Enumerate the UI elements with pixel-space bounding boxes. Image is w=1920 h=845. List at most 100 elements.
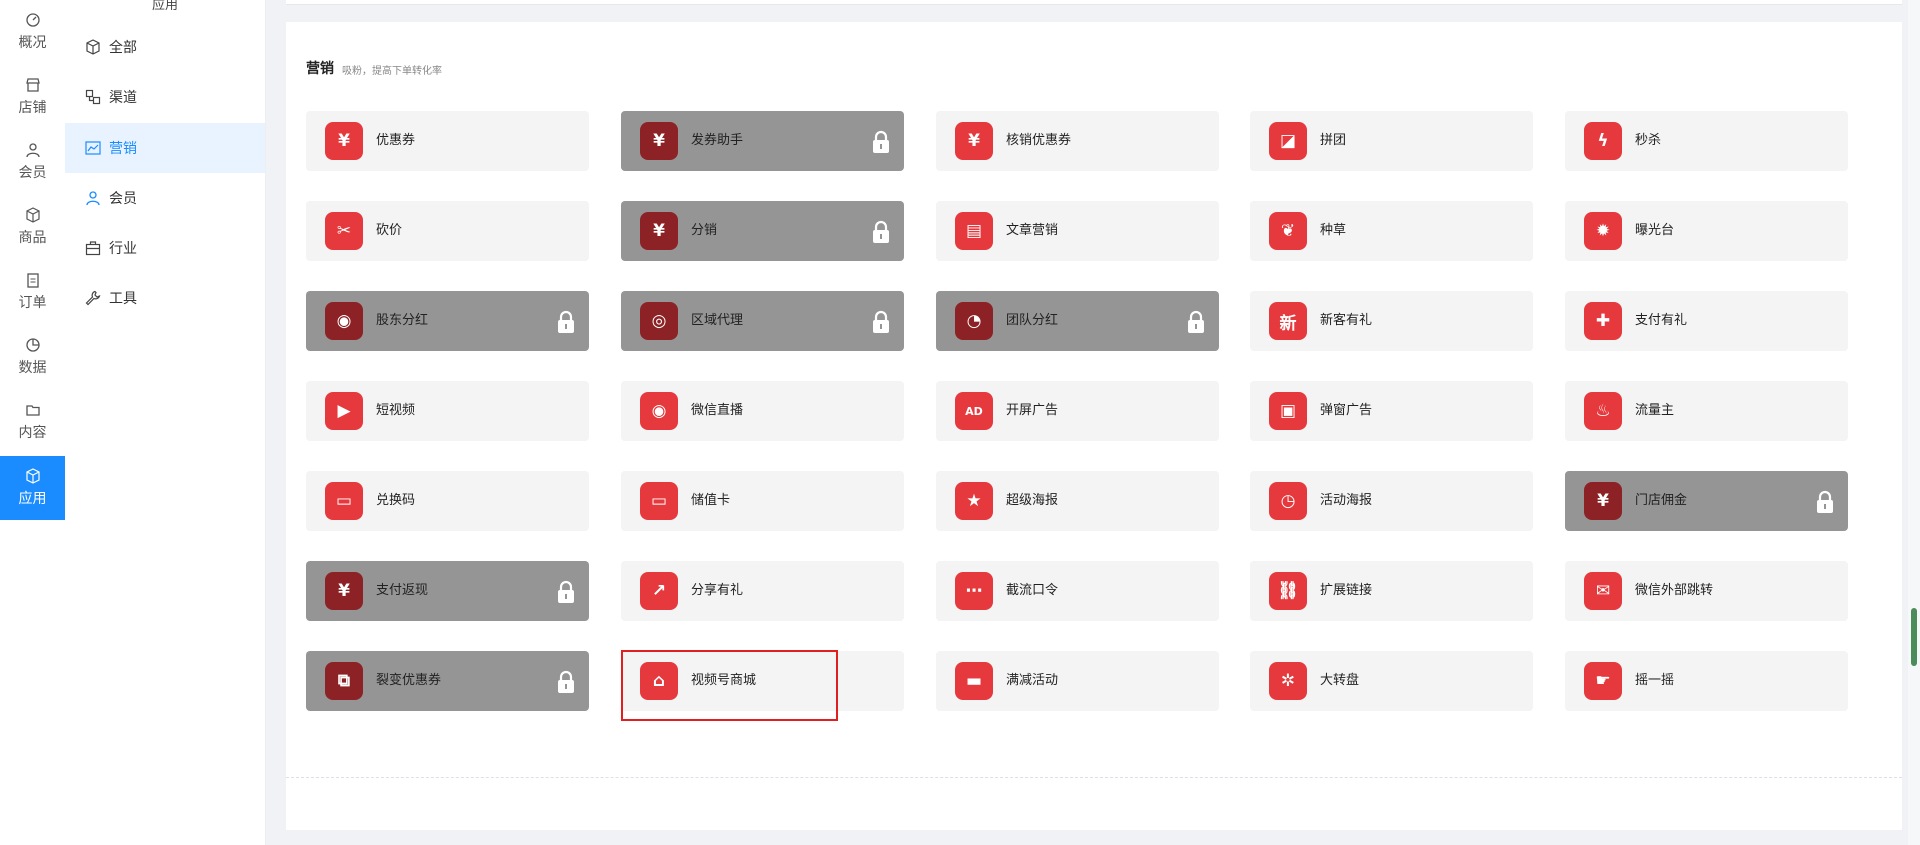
app-card[interactable]: ¥ 分销 <box>621 201 904 261</box>
app-card[interactable]: ▶ 短视频 <box>306 381 589 441</box>
rail-item-member[interactable]: 会员 <box>0 130 65 194</box>
lock-icon <box>873 220 889 243</box>
redeem-code-icon: ▭ <box>325 482 363 520</box>
app-card[interactable]: ☛ 摇一摇 <box>1565 651 1848 711</box>
rail-item-store[interactable]: 店铺 <box>0 65 65 129</box>
app-card[interactable]: ✉ 微信外部跳转 <box>1565 561 1848 621</box>
wrench-icon <box>85 290 101 306</box>
app-card-label: 储值卡 <box>691 493 731 508</box>
subnav-item-all[interactable]: 全部 <box>65 22 265 72</box>
subnav-item-member[interactable]: 会员 <box>65 173 265 223</box>
subnav-item-marketing[interactable]: 营销 <box>65 123 265 173</box>
rail-item-apps[interactable]: 应用 <box>0 456 65 520</box>
app-card[interactable]: ✹ 曝光台 <box>1565 201 1848 261</box>
rail-item-label: 内容 <box>18 425 47 441</box>
app-card[interactable]: ★ 超级海报 <box>936 471 1219 531</box>
app-card[interactable]: ⋯ 截流口令 <box>936 561 1219 621</box>
new-badge-icon: 新 <box>1269 302 1307 340</box>
rail-item-overview[interactable]: 概况 <box>0 0 65 64</box>
sun-icon: ✹ <box>1584 212 1622 250</box>
app-card[interactable]: ⧉ 裂变优惠券 <box>306 651 589 711</box>
main-nav-rail: 概况 店铺 会员 商品 订单 数据 内容 应用 <box>0 0 66 845</box>
app-card-label: 支付返现 <box>376 583 429 598</box>
app-card[interactable]: ▣ 弹窗广告 <box>1250 381 1533 441</box>
app-card[interactable]: ◎ 区域代理 <box>621 291 904 351</box>
app-card-label: 大转盘 <box>1320 673 1360 688</box>
gift-icon: ✚ <box>1584 302 1622 340</box>
pie-icon <box>25 338 40 352</box>
app-card-label: 拼团 <box>1320 133 1347 148</box>
subnav-item-label: 行业 <box>109 241 137 257</box>
app-card[interactable]: ♨ 流量主 <box>1565 381 1848 441</box>
app-card[interactable]: ◉ 股东分红 <box>306 291 589 351</box>
app-card-label: 股东分红 <box>376 313 429 328</box>
app-card[interactable]: ✂ 砍价 <box>306 201 589 261</box>
drop-icon: ♨ <box>1584 392 1622 430</box>
app-card[interactable]: ▬ 满减活动 <box>936 651 1219 711</box>
group-buy-icon: ◪ <box>1269 122 1307 160</box>
app-card[interactable]: ◉ 微信直播 <box>621 381 904 441</box>
app-card[interactable]: 新新客有礼 <box>1250 291 1533 351</box>
app-card[interactable]: ✲ 大转盘 <box>1250 651 1533 711</box>
app-card[interactable]: ✚ 支付有礼 <box>1565 291 1848 351</box>
subnav-item-industry[interactable]: 行业 <box>65 223 265 273</box>
top-band <box>286 0 1902 5</box>
app-card-label: 发券助手 <box>691 133 744 148</box>
app-card-label: 扩展链接 <box>1320 583 1373 598</box>
app-card[interactable]: ▭ 储值卡 <box>621 471 904 531</box>
app-card-label: 微信外部跳转 <box>1635 583 1714 598</box>
app-card[interactable]: ↗ 分享有礼 <box>621 561 904 621</box>
app-card-label: 区域代理 <box>691 313 744 328</box>
cube-icon <box>86 39 100 55</box>
app-card[interactable]: ¥ 发券助手 <box>621 111 904 171</box>
subnav-item-channel[interactable]: 渠道 <box>65 72 265 122</box>
app-card[interactable]: ϟ 秒杀 <box>1565 111 1848 171</box>
coupon-icon: ¥ <box>325 122 363 160</box>
app-card[interactable]: ¥ 核销优惠券 <box>936 111 1219 171</box>
app-card[interactable]: ⌂ 视频号商城 <box>621 651 904 711</box>
app-card-label: 短视频 <box>376 403 416 418</box>
app-card-label: 分销 <box>691 223 718 238</box>
article-icon: ▤ <box>955 212 993 250</box>
coupon-helper-icon: ¥ <box>640 122 678 160</box>
lock-icon <box>1817 490 1833 513</box>
rail-item-data[interactable]: 数据 <box>0 325 65 389</box>
pie-chart-icon: ◔ <box>955 302 993 340</box>
verify-coupon-icon: ¥ <box>955 122 993 160</box>
rail-item-product[interactable]: 商品 <box>0 195 65 259</box>
app-card-label: 团队分红 <box>1006 313 1059 328</box>
subnav-title: 应用 <box>151 0 178 13</box>
wallet-icon: ▬ <box>955 662 993 700</box>
app-card[interactable]: ◷ 活动海报 <box>1250 471 1533 531</box>
app-card[interactable]: ❦ 种草 <box>1250 201 1533 261</box>
wechat-icon: ✉ <box>1584 572 1622 610</box>
app-card[interactable]: ▤ 文章营销 <box>936 201 1219 261</box>
shake-icon: ☛ <box>1584 662 1622 700</box>
app-card[interactable]: ¥ 优惠券 <box>306 111 589 171</box>
section-subtitle: 吸粉，提高下单转化率 <box>342 66 442 77</box>
user-icon <box>25 143 40 158</box>
rail-item-content[interactable]: 内容 <box>0 390 65 454</box>
app-card[interactable]: ◪ 拼团 <box>1250 111 1533 171</box>
app-card[interactable]: ◔ 团队分红 <box>936 291 1219 351</box>
app-card-label: 秒杀 <box>1635 133 1662 148</box>
rail-item-order[interactable]: 订单 <box>0 260 65 324</box>
app-card[interactable]: ¥ 支付返现 <box>306 561 589 621</box>
app-card[interactable]: ⛓ 扩展链接 <box>1250 561 1533 621</box>
app-card[interactable]: AD 开屏广告 <box>936 381 1219 441</box>
app-card-label: 支付有礼 <box>1635 313 1688 328</box>
app-card[interactable]: ¥ 门店佣金 <box>1565 471 1848 531</box>
app-card[interactable]: ▭ 兑换码 <box>306 471 589 531</box>
subnav-item-label: 会员 <box>109 191 137 207</box>
fission-coupon-icon: ⧉ <box>325 662 363 700</box>
lock-icon <box>558 580 574 603</box>
user-icon <box>86 191 100 206</box>
chart-line-icon <box>85 141 101 155</box>
subnav-item-tools[interactable]: 工具 <box>65 273 265 323</box>
app-card-label: 流量主 <box>1635 403 1675 418</box>
wheel-icon: ✲ <box>1269 662 1307 700</box>
app-card-label: 曝光台 <box>1635 223 1675 238</box>
scrollbar-thumb[interactable] <box>1911 608 1917 666</box>
scrollbar[interactable] <box>1908 0 1920 845</box>
app-card-label: 摇一摇 <box>1635 673 1675 688</box>
